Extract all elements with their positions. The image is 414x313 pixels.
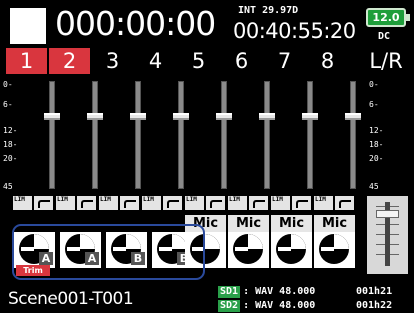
limiter-icon[interactable]: LIM <box>185 196 204 210</box>
limiter-icon[interactable]: LIM <box>271 196 290 210</box>
track-lr-button[interactable]: L/R <box>362 48 410 74</box>
battery-icon: 12.0 <box>366 8 410 27</box>
fader-track-4 <box>178 81 184 189</box>
fader-track-3 <box>135 81 141 189</box>
trim-knob-6[interactable] <box>228 232 269 268</box>
track-4-button[interactable]: 4 <box>135 48 176 74</box>
knob-icon <box>276 234 306 264</box>
fader-handle-8[interactable] <box>345 113 361 120</box>
track-3-button[interactable]: 3 <box>92 48 133 74</box>
master-lr-fader[interactable] <box>367 196 408 274</box>
fader-handle-5[interactable] <box>216 113 232 120</box>
hpf-icon[interactable] <box>249 196 268 210</box>
limiter-icon[interactable]: LIM <box>228 196 247 210</box>
limiter-icon[interactable]: LIM <box>56 196 75 210</box>
fader-track-2 <box>92 81 98 189</box>
fader-handle-3[interactable] <box>130 113 146 120</box>
hpf-icon[interactable] <box>163 196 182 210</box>
track-7-button[interactable]: 7 <box>264 48 305 74</box>
scene-take-name[interactable]: Scene001-T001 <box>8 289 134 309</box>
scale-label: 0- <box>369 80 379 89</box>
record-time-remaining: 00:40:55:20 <box>233 19 356 43</box>
hpf-icon[interactable] <box>206 196 225 210</box>
trim-knob-7[interactable] <box>271 232 312 268</box>
scale-label: 45 <box>369 182 379 191</box>
fader-track-1 <box>49 81 55 189</box>
sd2-format: : WAV 48.000 <box>243 300 316 311</box>
track-label: 7 <box>277 49 292 73</box>
limiter-icon[interactable]: LIM <box>142 196 161 210</box>
scale-label: 0- <box>3 80 13 89</box>
fader-handle-2[interactable] <box>87 113 103 120</box>
track-label: 5 <box>191 49 206 73</box>
track-5-button[interactable]: 5 <box>178 48 219 74</box>
power-source-label: DC <box>378 31 391 42</box>
master-fader-handle[interactable] <box>376 210 399 218</box>
fader-track-5 <box>221 81 227 189</box>
limiter-icon[interactable]: LIM <box>13 196 32 210</box>
track-label: 1 <box>19 49 34 73</box>
scale-label: 20- <box>369 154 384 163</box>
track-label: 3 <box>105 49 120 73</box>
fader-handle-6[interactable] <box>259 113 275 120</box>
limiter-icon[interactable]: LIM <box>314 196 333 210</box>
scale-label: 12- <box>369 126 384 135</box>
scale-label: 45 <box>3 182 13 191</box>
track-2-button[interactable]: 2 <box>49 48 90 74</box>
track-label: L/R <box>369 49 403 73</box>
sd2-status: SD2: WAV 48.000 001h22 <box>218 300 392 312</box>
fader-handle-1[interactable] <box>44 113 60 120</box>
mic-input-label[interactable]: Mic <box>314 215 355 232</box>
fader-track-8 <box>350 81 356 189</box>
scale-label: 6- <box>369 100 379 109</box>
mic-input-label[interactable]: Mic <box>228 215 269 232</box>
limiter-icon[interactable]: LIM <box>99 196 118 210</box>
trim-knob-8[interactable] <box>314 232 355 268</box>
sd2-remaining: 001h22 <box>356 300 393 311</box>
track-label: 4 <box>148 49 163 73</box>
sd1-badge: SD1 <box>218 286 241 298</box>
track-label: 8 <box>320 49 335 73</box>
mic-input-label[interactable]: Mic <box>271 215 312 232</box>
track-1-button[interactable]: 1 <box>6 48 47 74</box>
fader-handle-4[interactable] <box>173 113 189 120</box>
battery-voltage: 12.0 <box>372 11 400 24</box>
sd1-format: : WAV 48.000 <box>243 286 316 297</box>
sd1-remaining: 001h21 <box>356 286 393 297</box>
track-6-button[interactable]: 6 <box>221 48 262 74</box>
fader-track-7 <box>307 81 313 189</box>
sd1-status: SD1: WAV 48.000 001h21 <box>218 286 392 298</box>
fader-handle-7[interactable] <box>302 113 318 120</box>
scale-label: 6- <box>3 100 13 109</box>
timecode-frame-rate: INT 29.97D <box>238 5 299 16</box>
track-header-row: 1 2 3 4 5 6 7 8 L/R <box>6 48 412 76</box>
hpf-icon[interactable] <box>292 196 311 210</box>
scale-label: 18- <box>3 140 18 149</box>
hpf-icon[interactable] <box>120 196 139 210</box>
hpf-icon[interactable] <box>335 196 354 210</box>
record-status-indicator <box>10 8 46 44</box>
knob-icon <box>233 234 263 264</box>
sd2-badge: SD2 <box>218 300 241 312</box>
elapsed-timecode: 000:00:00 <box>55 4 216 43</box>
scale-label: 20- <box>3 154 18 163</box>
hpf-icon[interactable] <box>77 196 96 210</box>
level-meter-area: 0- 6- 12- 18- 20- 45 0- 6- 12- 18- 20- 4… <box>0 78 414 194</box>
scale-label: 12- <box>3 126 18 135</box>
track-8-button[interactable]: 8 <box>307 48 348 74</box>
track-label: 2 <box>62 49 77 73</box>
knob-icon <box>319 234 349 264</box>
track-label: 6 <box>234 49 249 73</box>
fader-track-6 <box>264 81 270 189</box>
scale-label: 18- <box>369 140 384 149</box>
hpf-icon[interactable] <box>34 196 53 210</box>
trim-selection-frame <box>12 224 205 280</box>
